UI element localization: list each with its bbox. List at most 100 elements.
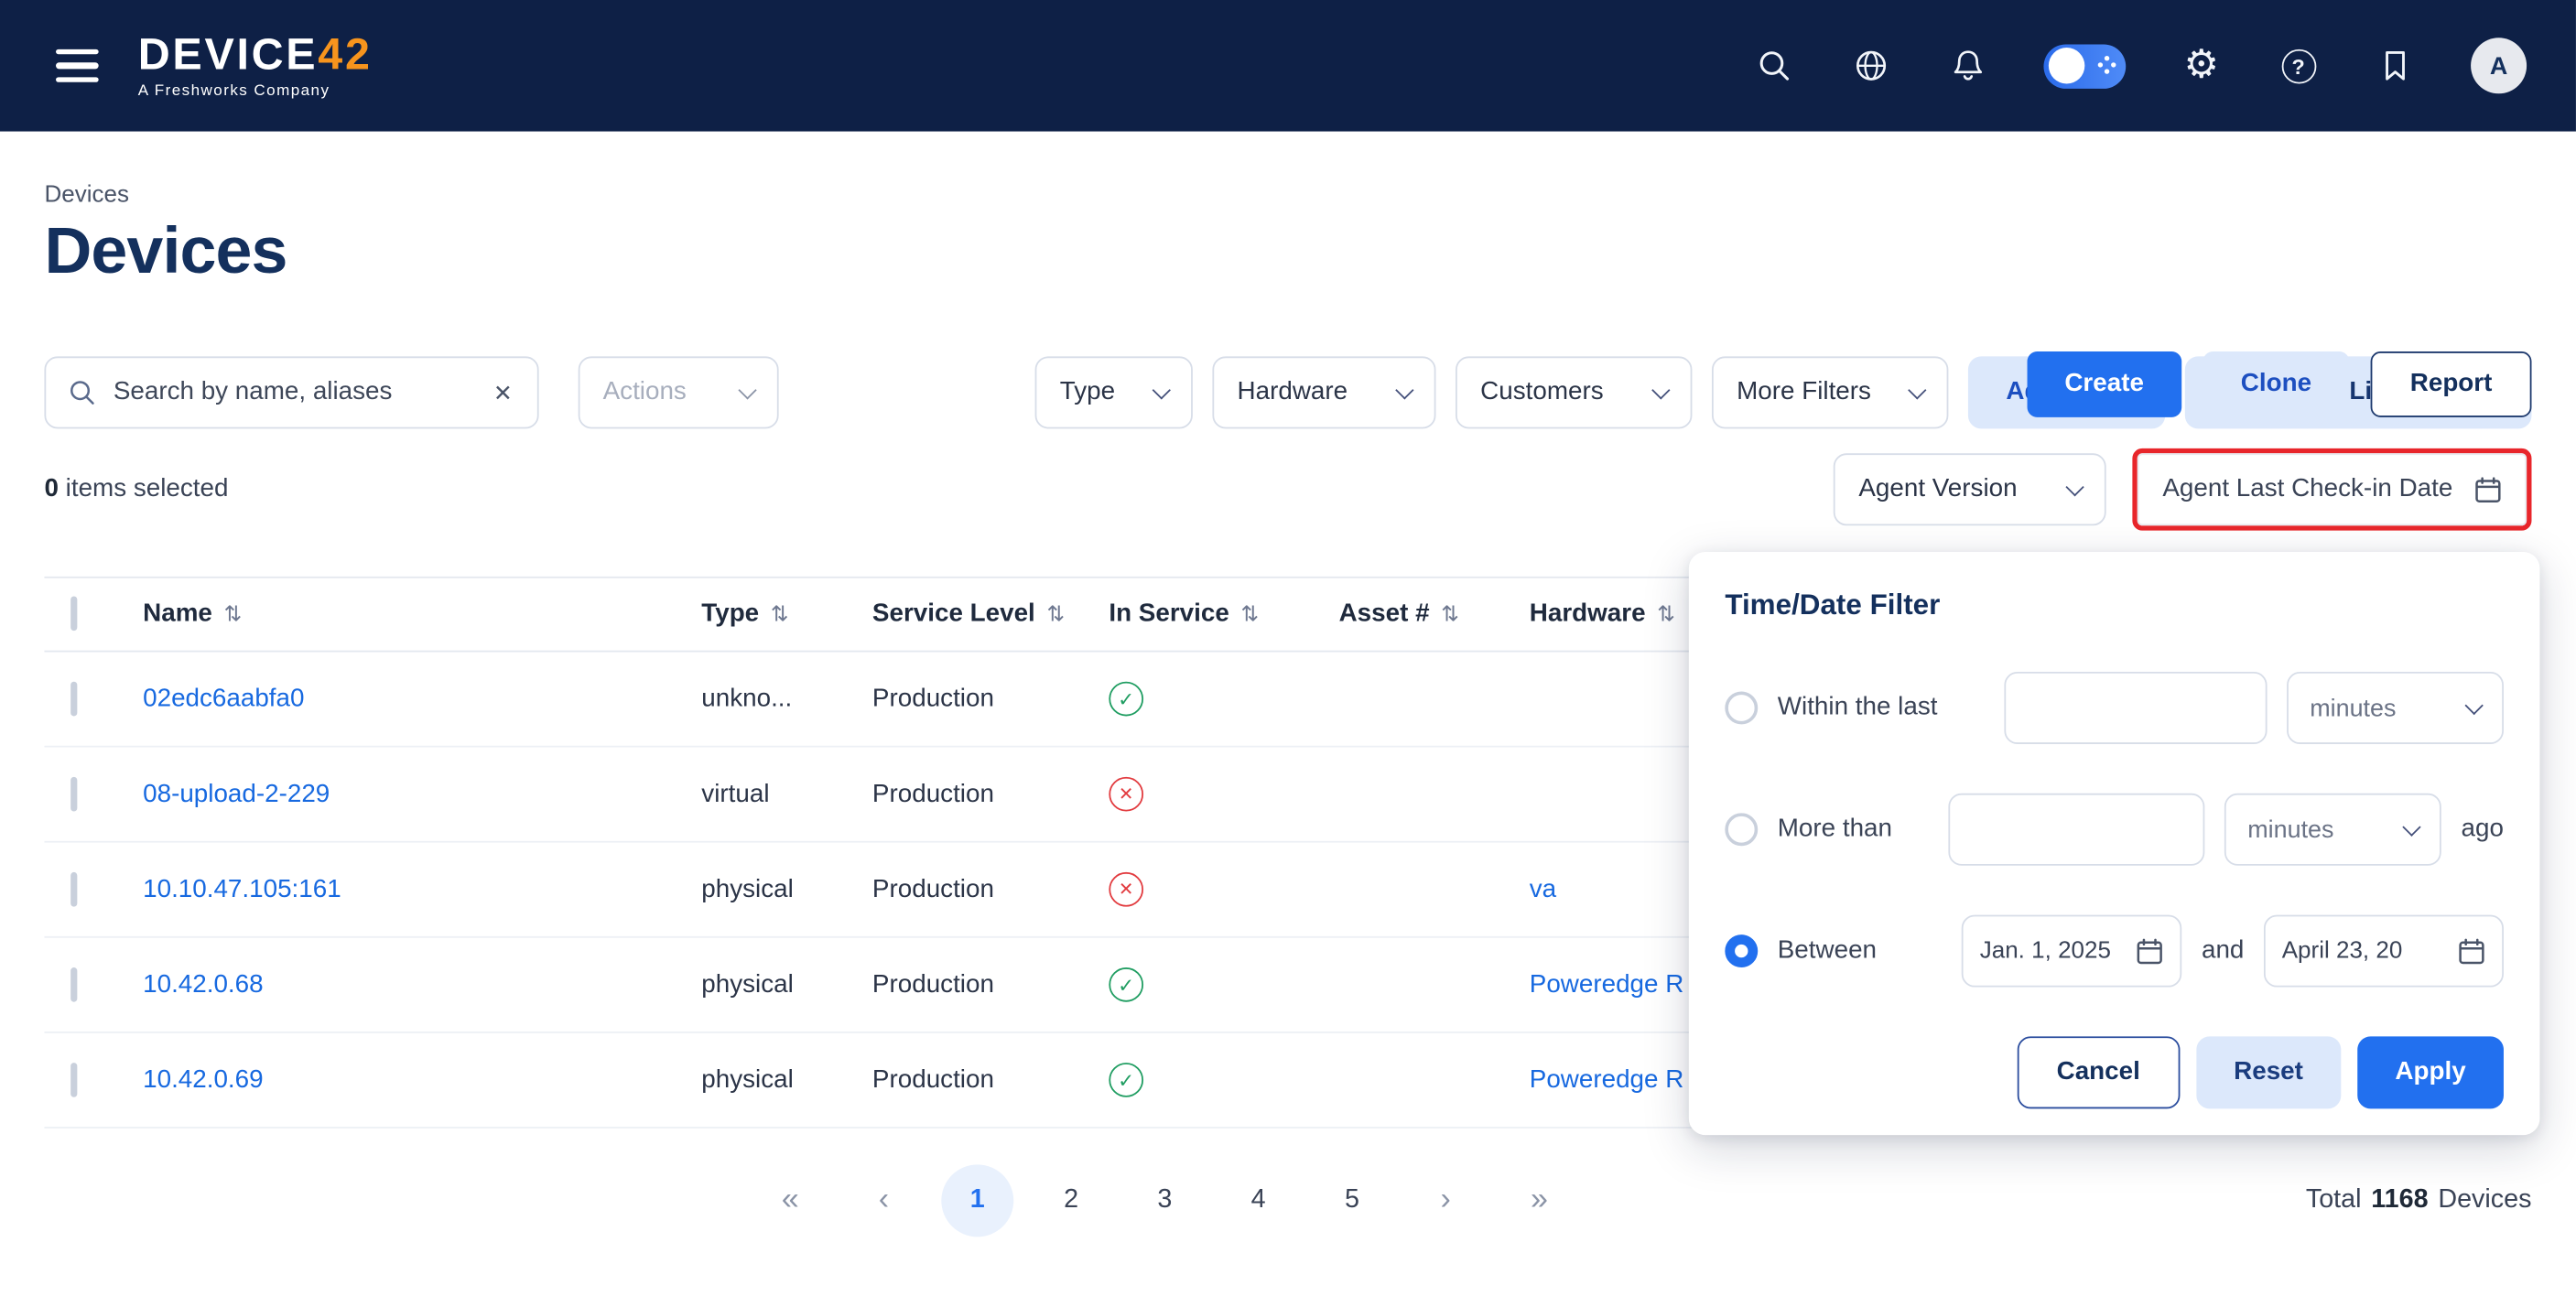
hardware-link[interactable]: va xyxy=(1530,875,1556,903)
between-end-date-input[interactable]: April 23, 20 xyxy=(2264,915,2504,988)
chevron-down-icon xyxy=(1395,381,1413,399)
row-checkbox[interactable] xyxy=(70,871,77,906)
pagination-page-5[interactable]: 5 xyxy=(1315,1164,1388,1237)
sort-icon[interactable] xyxy=(1046,599,1065,629)
app-root: DEVICE42 A Freshworks Company A Devices … xyxy=(0,0,2576,1307)
service-level: Production xyxy=(872,1065,1109,1095)
device-type: unkno... xyxy=(701,684,872,713)
clone-button[interactable]: Clone xyxy=(2203,351,2350,417)
between-start-date-input[interactable]: Jan. 1, 2025 xyxy=(1962,915,2181,988)
in-service-status-icon xyxy=(1109,1063,1143,1097)
row-checkbox[interactable] xyxy=(70,681,77,716)
brand-tagline: A Freshworks Company xyxy=(138,81,373,100)
device-type: physical xyxy=(701,970,872,999)
notifications-bell-icon[interactable] xyxy=(1947,44,1990,87)
total-devices-count: Total1168Devices xyxy=(2306,1164,2532,1237)
sort-icon[interactable] xyxy=(1240,599,1259,629)
more-filters-dropdown[interactable]: More Filters xyxy=(1712,356,1948,428)
column-header-name[interactable]: Name xyxy=(143,599,701,629)
chevron-down-icon xyxy=(1651,381,1670,399)
chevron-down-icon xyxy=(1908,381,1926,399)
in-service-status-icon xyxy=(1109,682,1143,717)
top-navbar: DEVICE42 A Freshworks Company A xyxy=(0,0,2576,132)
service-level: Production xyxy=(872,970,1109,999)
service-level: Production xyxy=(872,780,1109,809)
apply-button[interactable]: Apply xyxy=(2357,1036,2504,1108)
pagination-page-3[interactable]: 3 xyxy=(1129,1164,1201,1237)
type-filter-dropdown[interactable]: Type xyxy=(1035,356,1193,428)
calendar-icon xyxy=(2136,937,2164,966)
breadcrumb[interactable]: Devices xyxy=(44,182,2531,209)
pagination-next-icon[interactable]: › xyxy=(1410,1164,1482,1237)
calendar-icon xyxy=(2474,476,2503,504)
device-name-link[interactable]: 10.10.47.105:161 xyxy=(143,875,341,903)
device-name-link[interactable]: 02edc6aabfa0 xyxy=(143,684,304,712)
time-date-filter-popup: Time/Date Filter Within the last minutes… xyxy=(1689,552,2540,1135)
row-checkbox[interactable] xyxy=(70,967,77,1001)
column-header-in-service[interactable]: In Service xyxy=(1109,599,1338,629)
column-header-asset[interactable]: Asset # xyxy=(1339,599,1530,629)
pagination-page-2[interactable]: 2 xyxy=(1035,1164,1108,1237)
sort-icon[interactable] xyxy=(771,599,789,629)
within-last-radio[interactable] xyxy=(1725,692,1758,725)
clear-search-icon[interactable] xyxy=(490,375,515,410)
column-header-type[interactable]: Type xyxy=(701,599,872,629)
pagination-last-icon[interactable]: » xyxy=(1503,1164,1575,1237)
sort-icon[interactable] xyxy=(1657,599,1675,629)
pagination-first-icon[interactable]: « xyxy=(754,1164,827,1237)
device-name-link[interactable]: 10.42.0.69 xyxy=(143,1065,263,1094)
settings-gear-icon[interactable] xyxy=(2180,44,2223,87)
brand-wordmark: DEVICE42 xyxy=(138,32,373,76)
pagination-prev-icon[interactable]: ‹ xyxy=(848,1164,920,1237)
help-icon[interactable] xyxy=(2277,44,2320,87)
actions-dropdown[interactable]: Actions xyxy=(579,356,779,428)
device-name-link[interactable]: 10.42.0.68 xyxy=(143,970,263,999)
search-icon xyxy=(68,378,97,407)
reset-button[interactable]: Reset xyxy=(2196,1036,2341,1108)
device-type: virtual xyxy=(701,780,872,809)
row-checkbox[interactable] xyxy=(70,1062,77,1096)
select-all-checkbox[interactable] xyxy=(70,596,77,631)
agent-last-checkin-date-button[interactable]: Agent Last Check-in Date xyxy=(2138,453,2527,525)
between-option-row: Between Jan. 1, 2025 and April 23, 20 xyxy=(1725,915,2504,988)
create-button[interactable]: Create xyxy=(2027,351,2181,417)
calendar-icon xyxy=(2458,937,2486,966)
menu-hamburger-icon[interactable] xyxy=(49,42,105,89)
within-last-value-input[interactable] xyxy=(2004,672,2267,744)
cancel-button[interactable]: Cancel xyxy=(2018,1036,2180,1108)
device42-logo[interactable]: DEVICE42 A Freshworks Company xyxy=(138,32,373,100)
chevron-down-icon xyxy=(2066,478,2084,496)
chevron-down-icon xyxy=(1153,381,1171,399)
report-button[interactable]: Report xyxy=(2371,351,2532,417)
theme-toggle[interactable] xyxy=(2043,44,2126,88)
within-last-option-row: Within the last minutes xyxy=(1725,672,2504,744)
bookmark-icon[interactable] xyxy=(2374,44,2417,87)
user-avatar[interactable]: A xyxy=(2471,38,2527,93)
service-level: Production xyxy=(872,875,1109,904)
within-last-unit-select[interactable]: minutes xyxy=(2287,672,2504,744)
globe-icon[interactable] xyxy=(1850,44,1893,87)
hardware-link[interactable]: Poweredge R xyxy=(1530,1065,1684,1094)
chevron-down-icon xyxy=(2465,697,2484,715)
in-service-status-icon xyxy=(1109,872,1143,907)
between-radio[interactable] xyxy=(1725,934,1758,967)
device-name-link[interactable]: 08-upload-2-229 xyxy=(143,780,330,808)
more-than-unit-select[interactable]: minutes xyxy=(2224,794,2441,866)
chevron-down-icon xyxy=(2403,818,2421,837)
search-input[interactable] xyxy=(114,378,473,407)
in-service-status-icon xyxy=(1109,777,1143,812)
hardware-link[interactable]: Poweredge R xyxy=(1530,970,1684,999)
search-icon[interactable] xyxy=(1753,44,1796,87)
customers-filter-dropdown[interactable]: Customers xyxy=(1456,356,1692,428)
page-action-buttons: Create Clone Report xyxy=(2027,351,2531,417)
sort-icon[interactable] xyxy=(1441,599,1459,629)
sort-icon[interactable] xyxy=(223,599,242,629)
more-than-value-input[interactable] xyxy=(1949,794,2205,866)
hardware-filter-dropdown[interactable]: Hardware xyxy=(1213,356,1436,428)
agent-version-dropdown[interactable]: Agent Version xyxy=(1834,453,2106,525)
pagination-page-4[interactable]: 4 xyxy=(1222,1164,1294,1237)
pagination-page-1[interactable]: 1 xyxy=(941,1164,1013,1237)
row-checkbox[interactable] xyxy=(70,776,77,811)
more-than-radio[interactable] xyxy=(1725,813,1758,846)
column-header-service-level[interactable]: Service Level xyxy=(872,599,1109,629)
